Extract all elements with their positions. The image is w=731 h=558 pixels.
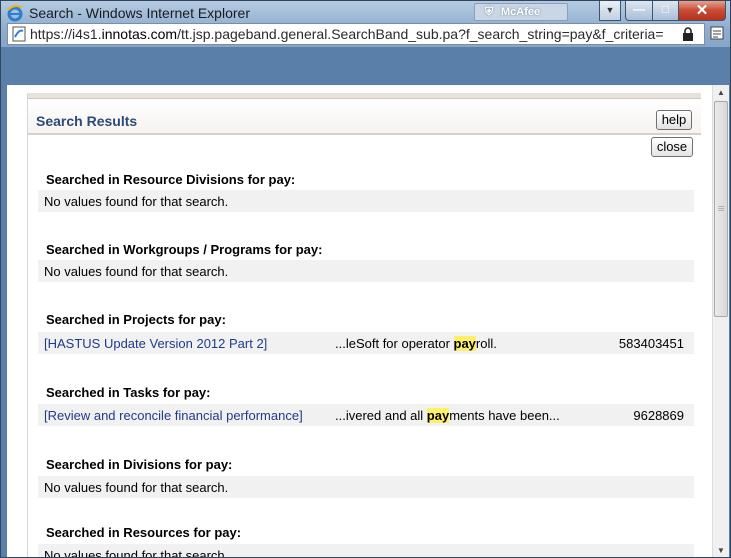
panel-header: Search Results help: [28, 99, 701, 135]
snippet-match: pay: [426, 408, 450, 423]
window-title: Search - Windows Internet Explorer: [29, 5, 250, 21]
close-button[interactable]: close: [651, 137, 693, 157]
url-text[interactable]: https://i4s1.innotas.com/tt.jsp.pageband…: [30, 26, 664, 42]
help-button[interactable]: help: [656, 110, 692, 130]
result-id: 9628869: [633, 408, 684, 423]
result-row: No values found for that search.: [38, 544, 694, 558]
mcafee-addon-badge[interactable]: ⛨ McAfee: [474, 3, 568, 21]
project-result-link[interactable]: [HASTUS Update Version 2012 Part 2]: [44, 336, 267, 351]
no-results-message: No values found for that search.: [44, 480, 229, 495]
shield-icon: ⛨: [485, 6, 494, 18]
result-snippet: ...leSoft for operator payroll.: [335, 336, 497, 351]
search-results-panel: Search Results help close Searched in Re…: [27, 93, 701, 558]
mcafee-label: McAfee: [501, 6, 541, 18]
section-title-divisions: Searched in Divisions for pay:: [46, 457, 233, 472]
result-id: 583403451: [618, 336, 684, 351]
page-icon: [12, 26, 26, 42]
grip-icon: — — —: [718, 204, 724, 214]
maximize-icon: □: [661, 2, 670, 16]
maximize-button[interactable]: □: [652, 1, 679, 21]
result-row: No values found for that search.: [38, 260, 694, 282]
minimize-icon: —: [633, 2, 645, 16]
snippet-after: roll.: [475, 336, 497, 351]
compatibility-view-icon[interactable]: [709, 25, 725, 41]
browser-window: Search - Windows Internet Explorer ⛨ McA…: [0, 0, 731, 558]
no-results-message: No values found for that search.: [44, 548, 229, 558]
lock-icon[interactable]: [681, 27, 695, 41]
section-title-projects: Searched in Projects for pay:: [46, 312, 226, 327]
result-row[interactable]: [HASTUS Update Version 2012 Part 2] ...l…: [38, 332, 694, 354]
section-title-resource-divisions: Searched in Resource Divisions for pay:: [46, 172, 296, 187]
url-prefix: https://i4s1.: [30, 26, 102, 42]
result-row[interactable]: [Review and reconcile financial performa…: [38, 404, 694, 426]
chevron-down-icon: ▼: [605, 5, 615, 15]
snippet-before: ...leSoft for operator: [335, 336, 454, 351]
internet-explorer-icon: [7, 4, 23, 22]
window-close-button[interactable]: ✕: [678, 1, 726, 21]
no-results-message: No values found for that search.: [44, 264, 229, 279]
snippet-after: ments have been...: [449, 408, 560, 423]
title-bar[interactable]: Search - Windows Internet Explorer ⛨ McA…: [1, 1, 730, 47]
close-icon: ✕: [695, 2, 709, 19]
task-result-link[interactable]: [Review and reconcile financial performa…: [44, 408, 303, 423]
snippet-before: ...ivered and all: [335, 408, 427, 423]
result-row: No values found for that search.: [38, 476, 694, 498]
section-title-tasks: Searched in Tasks for pay:: [46, 385, 211, 400]
scroll-up-arrow-icon[interactable]: ▲: [713, 85, 729, 101]
url-domain: innotas.com: [101, 26, 178, 42]
vertical-scrollbar[interactable]: ▲ — — — ▼: [712, 85, 729, 557]
result-snippet: ...ivered and all payments have been...: [335, 408, 560, 423]
scrollbar-thumb[interactable]: — — —: [714, 101, 728, 317]
no-results-message: No values found for that search.: [44, 194, 229, 209]
scroll-down-arrow-icon[interactable]: ▼: [713, 543, 729, 557]
panel-title: Search Results: [36, 113, 138, 129]
section-title-resources: Searched in Resources for pay:: [46, 525, 242, 540]
address-bar[interactable]: https://i4s1.innotas.com/tt.jsp.pageband…: [7, 23, 705, 45]
result-row: No values found for that search.: [38, 190, 694, 212]
window-menu-dropdown-button[interactable]: ▼: [599, 1, 621, 21]
url-path: /tt.jsp.pageband.general.SearchBand_sub.…: [177, 26, 664, 42]
minimize-button[interactable]: —: [625, 1, 653, 21]
section-title-workgroups-programs: Searched in Workgroups / Programs for pa…: [46, 242, 323, 257]
snippet-match: pay: [453, 336, 476, 351]
